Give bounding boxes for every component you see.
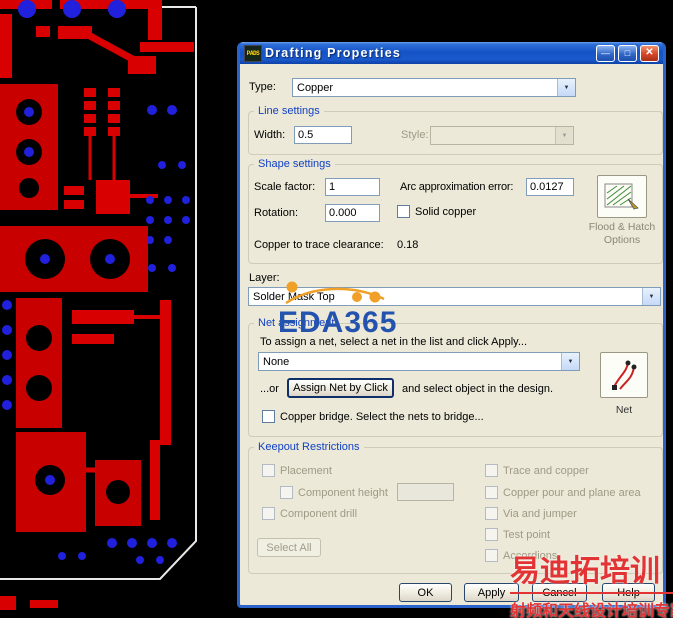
checkbox-icon	[262, 410, 275, 423]
component-height-label: Component height	[298, 486, 388, 499]
width-label: Width:	[254, 129, 286, 141]
solid-copper-checkbox[interactable]: Solid copper	[397, 205, 476, 218]
copper-pour-checkbox: Copper pour and plane area	[485, 486, 641, 499]
layer-label: Layer:	[249, 272, 280, 284]
or-label: ...or	[260, 383, 279, 395]
close-button[interactable]: ✕	[640, 44, 659, 62]
screen: PADS Drafting Properties — □ ✕ Type: Cop…	[0, 0, 673, 618]
layer-select[interactable]: Solder Mask Top ▼	[248, 287, 661, 306]
checkbox-icon	[262, 507, 275, 520]
style-select: ▼	[430, 126, 574, 145]
checkbox-icon	[485, 486, 498, 499]
dialog-titlebar[interactable]: PADS Drafting Properties — □ ✕	[240, 42, 663, 64]
checkbox-icon	[280, 486, 293, 499]
trace-and-copper-label: Trace and copper	[503, 464, 589, 477]
checkbox-icon	[262, 464, 275, 477]
placement-label: Placement	[280, 464, 332, 477]
copper-bridge-label: Copper bridge. Select the nets to bridge…	[280, 410, 484, 423]
copper-bridge-checkbox[interactable]: Copper bridge. Select the nets to bridge…	[262, 410, 484, 423]
dialog-title: Drafting Properties	[265, 46, 402, 60]
trace-and-copper-checkbox: Trace and copper	[485, 464, 589, 477]
net-traces-icon	[612, 360, 637, 390]
type-label: Type:	[249, 81, 276, 93]
minimize-button[interactable]: —	[596, 44, 615, 62]
ok-button[interactable]: OK	[399, 583, 452, 602]
apply-button[interactable]: Apply	[464, 583, 519, 602]
via-and-jumper-checkbox: Via and jumper	[485, 507, 577, 520]
dialog-body: Type: Copper ▼ Line settings Width: Styl…	[240, 64, 663, 605]
chevron-down-icon[interactable]: ▼	[642, 288, 660, 305]
component-drill-label: Component drill	[280, 507, 358, 520]
shape-settings-title: Shape settings	[254, 158, 335, 170]
net-button[interactable]	[600, 352, 648, 398]
flood-hatch-icon	[604, 183, 639, 210]
keepout-title: Keepout Restrictions	[254, 441, 364, 453]
help-button[interactable]: Help	[602, 583, 655, 602]
arc-error-input[interactable]	[526, 178, 574, 196]
component-height-input	[397, 483, 454, 501]
accordions-checkbox: Accordions	[485, 549, 557, 562]
pads-logo-icon: PADS	[244, 44, 262, 62]
via-and-jumper-label: Via and jumper	[503, 507, 577, 520]
drafting-properties-dialog: PADS Drafting Properties — □ ✕ Type: Cop…	[237, 42, 666, 608]
checkbox-icon	[397, 205, 410, 218]
placement-checkbox: Placement	[262, 464, 332, 477]
checkbox-icon	[485, 528, 498, 541]
width-input[interactable]	[294, 126, 352, 144]
select-all-button: Select All	[257, 538, 321, 557]
accordions-label: Accordions	[503, 549, 558, 562]
type-select[interactable]: Copper ▼	[292, 78, 576, 97]
assign-net-by-click-button[interactable]: Assign Net by Click	[287, 378, 394, 398]
line-settings-title: Line settings	[254, 105, 324, 117]
checkbox-icon	[485, 549, 498, 562]
component-height-checkbox: Component height	[280, 486, 388, 499]
cancel-button[interactable]: Cancel	[532, 583, 587, 602]
chevron-down-icon[interactable]: ▼	[557, 79, 575, 96]
net-button-caption: Net	[615, 404, 633, 416]
assign-suffix-label: and select object in the design.	[402, 383, 554, 395]
clearance-value: 0.18	[397, 239, 419, 251]
test-point-label: Test point	[503, 528, 551, 541]
net-assignment-title: Net assignment	[254, 317, 339, 329]
test-point-checkbox: Test point	[485, 528, 550, 541]
component-drill-checkbox: Component drill	[262, 507, 357, 520]
flood-hatch-caption: Flood & Hatch Options	[588, 221, 656, 246]
net-instruction: To assign a net, select a net in the lis…	[260, 336, 527, 348]
scale-factor-label: Scale factor:	[254, 181, 316, 193]
layer-select-value: Solder Mask Top	[253, 290, 335, 303]
copper-pour-label: Copper pour and plane area	[503, 486, 641, 499]
flood-hatch-options-button[interactable]	[597, 175, 647, 218]
arc-error-label: Arc approximation error:	[400, 181, 514, 193]
scale-factor-input[interactable]	[325, 178, 380, 196]
rotation-input[interactable]	[325, 204, 380, 222]
rotation-label: Rotation:	[254, 207, 299, 219]
maximize-button[interactable]: □	[618, 44, 637, 62]
net-select[interactable]: None ▼	[258, 352, 580, 371]
net-select-value: None	[263, 355, 290, 368]
chevron-down-icon[interactable]: ▼	[561, 353, 579, 370]
checkbox-icon	[485, 507, 498, 520]
checkbox-icon	[485, 464, 498, 477]
clearance-label: Copper to trace clearance:	[254, 239, 384, 251]
style-label: Style:	[401, 129, 429, 141]
type-select-value: Copper	[297, 81, 334, 94]
chevron-down-icon: ▼	[555, 127, 573, 144]
solid-copper-label: Solid copper	[415, 205, 477, 218]
